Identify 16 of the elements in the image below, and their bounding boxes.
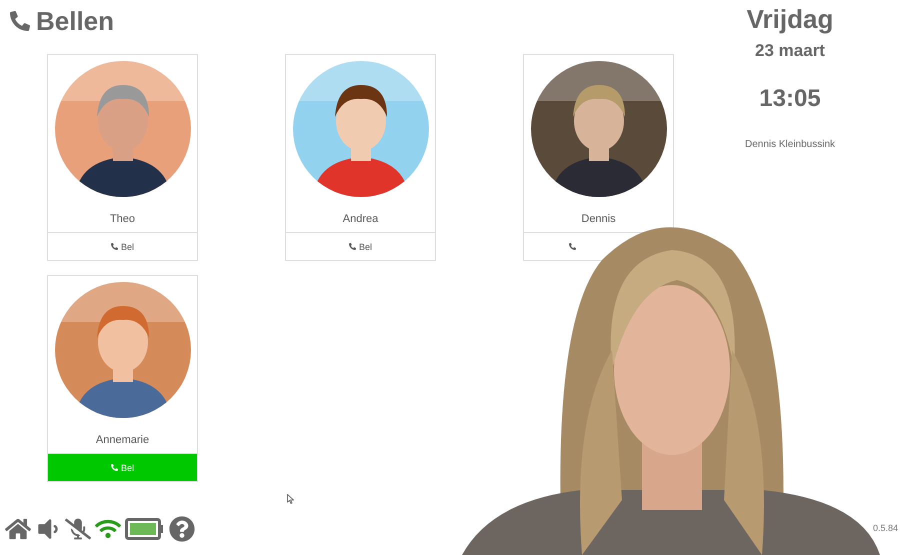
- phone-icon: [569, 243, 576, 250]
- weekday: Vrijdag: [746, 4, 834, 35]
- version-label: 0.5.84: [872, 523, 898, 533]
- microphone-icon[interactable]: [65, 516, 91, 542]
- phone-icon: [10, 11, 30, 31]
- date: 23 maart: [755, 41, 825, 61]
- phone-icon: [110, 464, 118, 471]
- user-name: Dennis Kleinbussink: [744, 139, 836, 150]
- phone-icon: [110, 243, 118, 250]
- help-icon[interactable]: [169, 516, 195, 542]
- clock-time: 13:05: [759, 85, 821, 113]
- battery-icon[interactable]: [125, 518, 165, 540]
- cursor-icon: [287, 494, 294, 504]
- home-icon[interactable]: [5, 516, 31, 542]
- page-title: Bellen: [36, 6, 114, 36]
- phone-icon: [348, 243, 356, 250]
